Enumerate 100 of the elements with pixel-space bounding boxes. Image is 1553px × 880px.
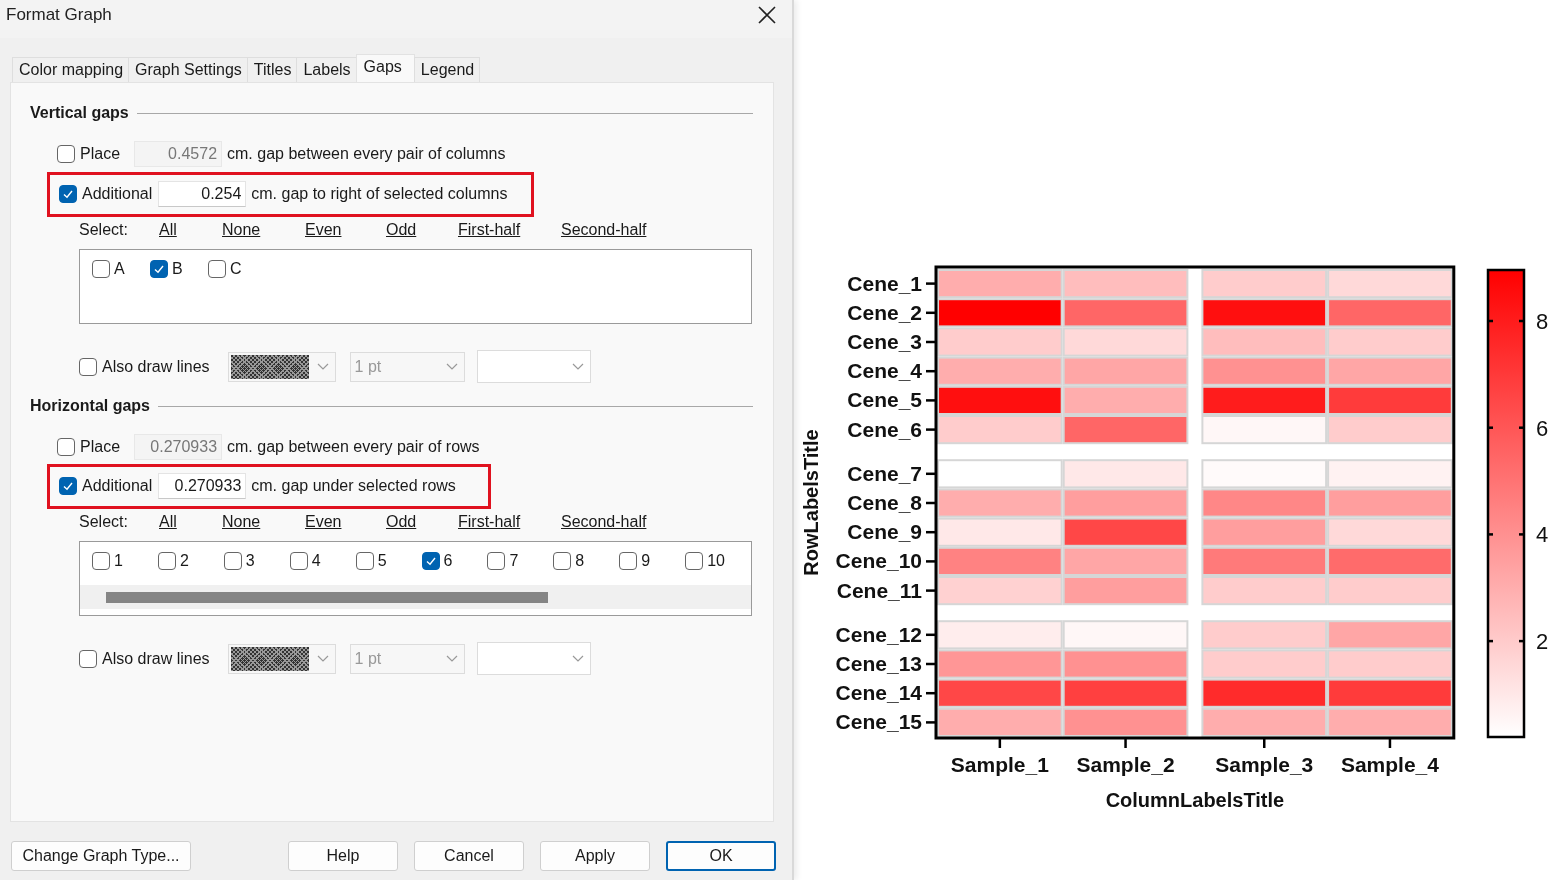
checkbox[interactable] xyxy=(92,260,110,278)
checkbox-label: Place xyxy=(80,438,121,456)
checkbox-label: 7 xyxy=(509,552,519,570)
section-heading: Horizontal gaps xyxy=(30,397,150,415)
caret-icon xyxy=(445,362,458,371)
axis-tick xyxy=(926,691,936,695)
select-link[interactable]: Even xyxy=(305,221,386,239)
dialog-button[interactable]: Apply xyxy=(540,841,650,871)
checkbox-label: 9 xyxy=(641,552,651,570)
scrollbar-thumb[interactable] xyxy=(106,591,548,603)
select-link[interactable]: Odd xyxy=(386,221,458,239)
dialog-button[interactable]: Help xyxy=(288,841,398,871)
axis-tick xyxy=(926,428,936,431)
scrollbar[interactable] xyxy=(80,585,751,609)
pattern-dropdown[interactable] xyxy=(227,643,336,674)
scale-label: 2 xyxy=(1536,629,1549,655)
axis-tick xyxy=(926,662,936,666)
select-link[interactable]: None xyxy=(222,513,305,531)
checkbox-label: Additional xyxy=(82,477,153,495)
row-label: Cene_11 xyxy=(836,578,922,602)
dialog-button[interactable]: OK xyxy=(666,841,776,871)
axis-tick xyxy=(926,560,936,563)
tab[interactable]: Legend xyxy=(413,57,481,82)
checkbox-label: 6 xyxy=(443,552,453,570)
change-type-button[interactable]: Change Graph Type... xyxy=(11,841,191,871)
checkbox-label: C xyxy=(230,260,242,278)
scale-label: 8 xyxy=(1536,309,1549,334)
tab[interactable]: Color mapping xyxy=(12,57,130,82)
checkbox[interactable] xyxy=(208,260,226,278)
dialog-button[interactable]: Cancel xyxy=(414,841,524,871)
color-dropdown[interactable] xyxy=(476,642,591,675)
pattern-dropdown[interactable] xyxy=(227,351,336,382)
select-link[interactable]: All xyxy=(159,221,222,239)
axis-tick xyxy=(926,311,936,315)
checkbox-label: Additional xyxy=(82,185,153,203)
select-link[interactable]: All xyxy=(159,513,222,531)
checkbox-label: A xyxy=(114,260,125,278)
field-label: cm. gap under selected rows xyxy=(251,477,456,495)
checkbox[interactable] xyxy=(421,552,440,570)
row-label: Cene_7 xyxy=(847,461,922,485)
caret-icon xyxy=(316,654,329,663)
checkbox[interactable] xyxy=(685,552,704,570)
number-field[interactable]: 0.270933 xyxy=(158,473,247,499)
check-icon xyxy=(424,555,437,567)
column-label: Sample_3 xyxy=(1215,753,1314,776)
checkbox[interactable] xyxy=(289,552,308,570)
checkbox[interactable] xyxy=(57,438,75,456)
select-link[interactable]: Even xyxy=(305,513,386,531)
checkbox-label: Also draw lines xyxy=(102,649,210,668)
axis-tick xyxy=(926,721,936,724)
checkbox[interactable] xyxy=(619,552,638,570)
checkbox[interactable] xyxy=(79,357,97,376)
column-label: Sample_2 xyxy=(1076,753,1175,776)
select-link[interactable]: Second-half xyxy=(561,221,647,239)
row-label: Cene_9 xyxy=(847,520,922,544)
axis-tick xyxy=(926,340,936,344)
check-icon xyxy=(153,263,165,275)
checkbox[interactable] xyxy=(553,552,572,570)
select-link[interactable]: First-half xyxy=(458,221,561,239)
field-label: cm. gap to right of selected columns xyxy=(251,185,508,203)
checkbox[interactable] xyxy=(59,477,77,495)
row-label: Cene_3 xyxy=(847,330,922,353)
y-axis-title: RowLabelsTitle xyxy=(800,429,822,576)
row-label: Cene_2 xyxy=(847,300,922,324)
checkbox[interactable] xyxy=(487,552,506,570)
row-label: Cene_6 xyxy=(847,417,922,441)
axis-tick xyxy=(926,472,936,476)
checkbox-label: 2 xyxy=(179,552,189,570)
field-label: cm. gap between every pair of columns xyxy=(227,145,506,163)
checkbox[interactable] xyxy=(355,552,374,570)
check-icon xyxy=(62,188,74,200)
select-link[interactable]: None xyxy=(222,221,305,239)
select-link[interactable]: Second-half xyxy=(561,513,647,531)
checkbox[interactable] xyxy=(57,145,75,163)
checkbox[interactable] xyxy=(59,185,77,203)
close-icon[interactable] xyxy=(758,6,776,24)
checkbox-label: 1 xyxy=(114,552,123,570)
checkbox[interactable] xyxy=(223,552,242,570)
tab[interactable]: Gaps xyxy=(355,54,415,82)
select-link[interactable]: Odd xyxy=(386,513,458,531)
checkbox[interactable] xyxy=(157,552,176,570)
row-label: Cene_12 xyxy=(835,622,922,646)
number-field[interactable]: 0.270933 xyxy=(134,434,223,460)
check-icon xyxy=(62,480,74,492)
checkbox-label: 5 xyxy=(377,552,387,570)
axis-tick xyxy=(926,530,936,534)
axis-tick xyxy=(998,738,1002,748)
checkbox[interactable] xyxy=(79,649,97,668)
checkbox[interactable] xyxy=(92,552,110,570)
axis-tick xyxy=(1263,738,1266,748)
select-link[interactable]: First-half xyxy=(458,513,561,531)
number-field[interactable]: 0.254 xyxy=(158,181,247,207)
color-dropdown[interactable] xyxy=(476,350,591,383)
axis-tick xyxy=(926,282,936,285)
axis-tick xyxy=(926,369,936,373)
scale-label: 4 xyxy=(1536,522,1549,548)
section-heading: Vertical gaps xyxy=(30,104,129,122)
number-field[interactable]: 0.4572 xyxy=(134,141,223,167)
checkbox-label: Also draw lines xyxy=(102,357,210,376)
checkbox[interactable] xyxy=(150,260,168,278)
